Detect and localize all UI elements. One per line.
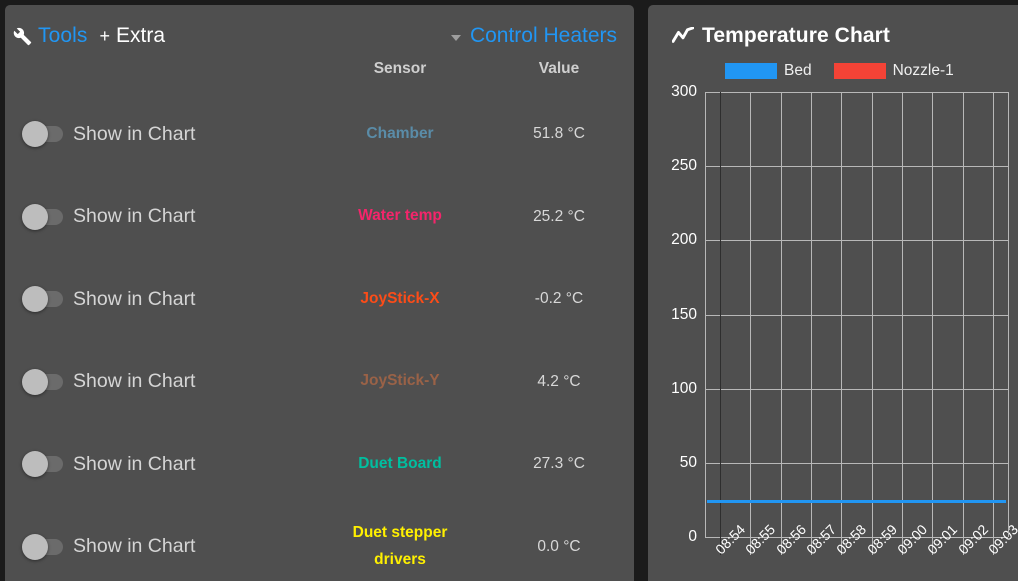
legend-item[interactable]: Nozzle-1 [833,62,954,80]
toggle-knob [22,451,48,478]
legend-label: Bed [784,62,812,79]
show-in-chart-label: Show in Chart [73,370,196,393]
table-row: Show in Chart JoyStick-Y 4.2 °C [5,341,634,424]
line-chart-icon [672,27,694,45]
sensor-name: JoyStick-Y [360,372,440,390]
temperature-chart-panel: Temperature Chart [648,5,1018,581]
show-in-chart-toggle[interactable] [17,451,67,478]
sensor-value: 27.3 °C [533,455,585,473]
show-in-chart-label: Show in Chart [73,535,196,558]
table-row: Show in Chart Chamber 51.8 °C [5,93,634,176]
sensor-name: Duet stepper drivers [352,524,448,568]
show-in-chart-label: Show in Chart [73,122,196,145]
toggle-knob [22,286,48,313]
column-header-value: Value [538,60,580,77]
chart-title: Temperature Chart [702,24,891,47]
chevron-down-icon[interactable] [450,34,461,41]
show-in-chart-toggle[interactable] [17,286,67,313]
sensor-value: 25.2 °C [533,207,585,225]
toggle-knob [22,533,48,560]
show-in-chart-label: Show in Chart [73,452,196,475]
tools-link[interactable]: Tools [38,24,88,48]
show-in-chart-label: Show in Chart [73,205,196,228]
chart-header: Temperature Chart [672,24,890,48]
show-in-chart-toggle[interactable] [17,121,67,148]
column-header-sensor: Sensor [373,60,427,77]
sensor-name: JoyStick-X [360,289,440,307]
chart-legend: Bed Nozzle-1 [725,62,954,80]
table-row: Show in Chart Duet Board 27.3 °C [5,423,634,506]
sensor-name: Duet Board [358,454,442,472]
toggle-knob [22,368,48,395]
legend-label: Nozzle-1 [892,62,954,79]
show-in-chart-toggle[interactable] [17,368,67,395]
wrench-icon [13,27,32,46]
table-row: Show in Chart JoyStick-X -0.2 °C [5,258,634,341]
sensor-value: 0.0 °C [537,537,581,555]
sensor-value: 4.2 °C [537,372,581,390]
plus-icon: + [99,25,111,46]
tools-panel: Tools + Extra Control Heaters Sensor Val… [5,5,634,581]
control-heaters-link[interactable]: Control Heaters [470,24,617,48]
legend-item[interactable]: Bed [725,62,812,80]
toggle-knob [22,203,48,230]
application-root: Tools + Extra Control Heaters Sensor Val… [0,0,1018,581]
tools-panel-header: Tools + Extra Control Heaters [5,5,634,60]
toggle-knob [22,121,48,148]
sensor-name: Water temp [358,207,442,225]
table-row: Show in Chart Water temp 25.2 °C [5,176,634,259]
sensor-row-list: Show in Chart Chamber 51.8 °C Show in Chart… [5,93,634,581]
table-row: Show in Chart Duet stepper drivers 0.0 °C [5,506,634,581]
show-in-chart-label: Show in Chart [73,287,196,310]
show-in-chart-toggle[interactable] [17,203,67,230]
sensor-name: Chamber [366,124,434,142]
sensor-table-header: Sensor Value [5,60,634,93]
legend-color-swatch [725,63,777,79]
tools-title-group: Tools + Extra [13,24,165,48]
control-heaters-group[interactable]: Control Heaters [450,24,617,48]
legend-color-swatch [833,63,886,79]
sensor-value: 51.8 °C [533,125,585,143]
show-in-chart-toggle[interactable] [17,533,67,560]
sensor-value: -0.2 °C [534,290,584,308]
extra-label: Extra [116,24,166,47]
